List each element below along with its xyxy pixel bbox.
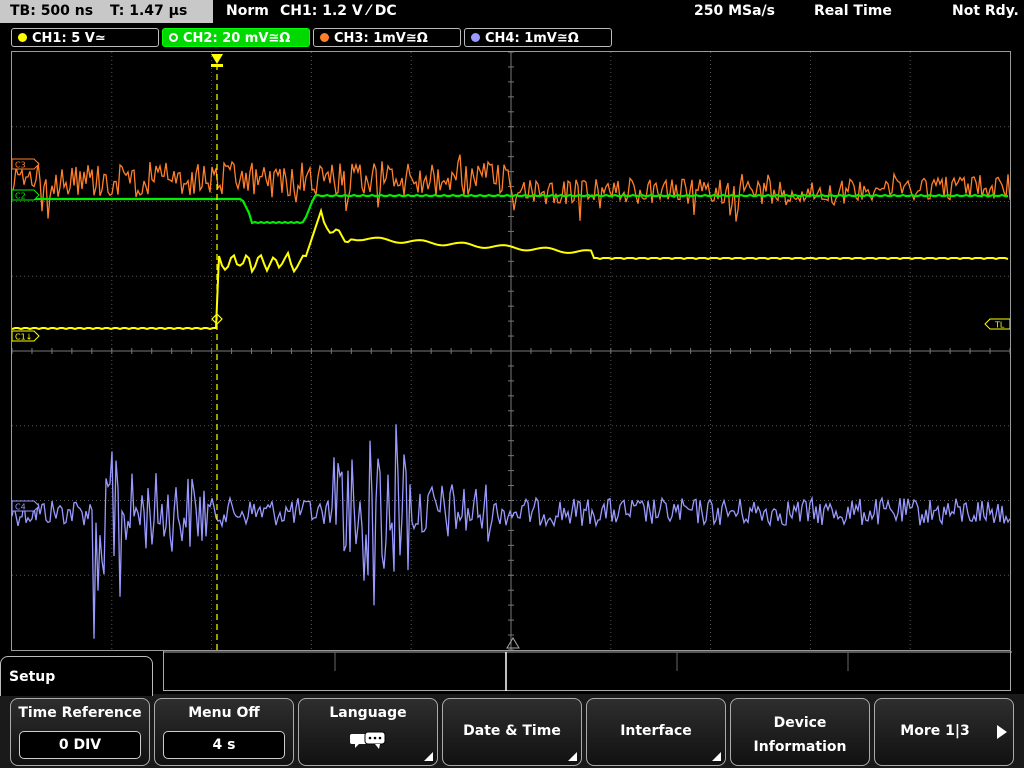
marker-c4[interactable]: C4 — [12, 500, 40, 512]
language-label: Language — [329, 705, 407, 721]
speech-bubbles-icon — [350, 731, 386, 749]
menu-off-value: 4 s — [163, 731, 285, 759]
marker-c2-label: C2 — [15, 192, 26, 201]
date-time-softkey[interactable]: Date & Time — [442, 698, 582, 766]
channel-tab-ch4[interactable]: CH4: 1mV≅Ω — [464, 28, 612, 47]
marker-c4-label: C4 — [15, 503, 26, 512]
marker-c3[interactable]: C3 — [12, 158, 40, 170]
ch2-label: CH2: 20 mV≅Ω — [183, 31, 291, 46]
status-timebase-panel: TB: 500 ns T: 1.47 µs — [0, 0, 213, 23]
marker-c1[interactable]: C1↓ — [12, 330, 40, 342]
time-reference-value: 0 DIV — [19, 731, 141, 759]
time-reference-softkey[interactable]: Time Reference 0 DIV — [10, 698, 150, 766]
ch4-label: CH4: 1mV≅Ω — [485, 31, 579, 46]
trigger-position-bar — [211, 64, 223, 67]
device-information-softkey[interactable]: Device Information — [730, 698, 870, 766]
timebase-readout: TB: 500 ns — [10, 3, 94, 19]
language-softkey[interactable]: Language — [298, 698, 438, 766]
ch3-label: CH3: 1mV≅Ω — [334, 31, 428, 46]
more-label: More 1|3 — [900, 723, 970, 739]
time-reference-label: Time Reference — [18, 705, 142, 721]
submenu-corner-icon — [712, 752, 721, 761]
interface-label: Interface — [620, 723, 692, 739]
trigger-setting: CH1: 1.2 V ⁄ DC — [280, 3, 397, 19]
marker-c2[interactable]: C2 — [12, 189, 40, 201]
date-time-label: Date & Time — [463, 723, 561, 739]
submenu-corner-icon — [568, 752, 577, 761]
menu-off-softkey[interactable]: Menu Off 4 s — [154, 698, 294, 766]
menu-title: Setup — [0, 656, 153, 696]
channel-tab-ch1[interactable]: CH1: 5 V≃ — [11, 28, 159, 47]
device-information-label-2: Information — [753, 739, 847, 755]
waveform-display[interactable]: C3 C2 C1↓ C4 TL — [11, 51, 1011, 651]
trigger-mode: Norm — [226, 3, 269, 19]
center-marker-icon — [506, 637, 520, 649]
submenu-corner-icon — [424, 752, 433, 761]
ch3-dot-icon — [320, 33, 329, 42]
more-softkey[interactable]: More 1|3 — [874, 698, 1014, 766]
arrow-right-icon — [997, 725, 1007, 739]
device-information-label-1: Device — [773, 715, 827, 731]
timeline-strip — [163, 651, 1012, 691]
marker-c1-label: C1↓ — [15, 333, 32, 342]
menu-off-label: Menu Off — [188, 705, 260, 721]
ch2-dot-icon — [169, 33, 178, 42]
trigger-time-readout: T: 1.47 µs — [109, 3, 188, 19]
ready-state: Not Rdy. — [952, 3, 1019, 19]
channel-tab-ch3[interactable]: CH3: 1mV≅Ω — [313, 28, 461, 47]
acquisition-mode: Real Time — [814, 3, 892, 19]
status-bar: Norm CH1: 1.2 V ⁄ DC 250 MSa/s Real Time… — [214, 0, 1024, 23]
sample-rate: 250 MSa/s — [694, 3, 776, 19]
trigger-level-marker[interactable]: TL — [984, 318, 1010, 330]
ch1-waveform — [12, 207, 1009, 331]
channel-tab-ch2[interactable]: CH2: 20 mV≅Ω — [162, 28, 310, 47]
waveform-svg: C3 C2 C1↓ C4 TL — [12, 52, 1010, 650]
trigger-level-label: TL — [994, 321, 1005, 330]
ch4-dot-icon — [471, 33, 480, 42]
ch1-label: CH1: 5 V≃ — [32, 31, 106, 46]
timeline-svg — [164, 651, 1012, 691]
graticule — [12, 52, 1010, 650]
trigger-position-icon[interactable] — [211, 54, 223, 64]
marker-c3-label: C3 — [15, 161, 26, 170]
interface-softkey[interactable]: Interface — [586, 698, 726, 766]
ch1-dot-icon — [18, 33, 27, 42]
